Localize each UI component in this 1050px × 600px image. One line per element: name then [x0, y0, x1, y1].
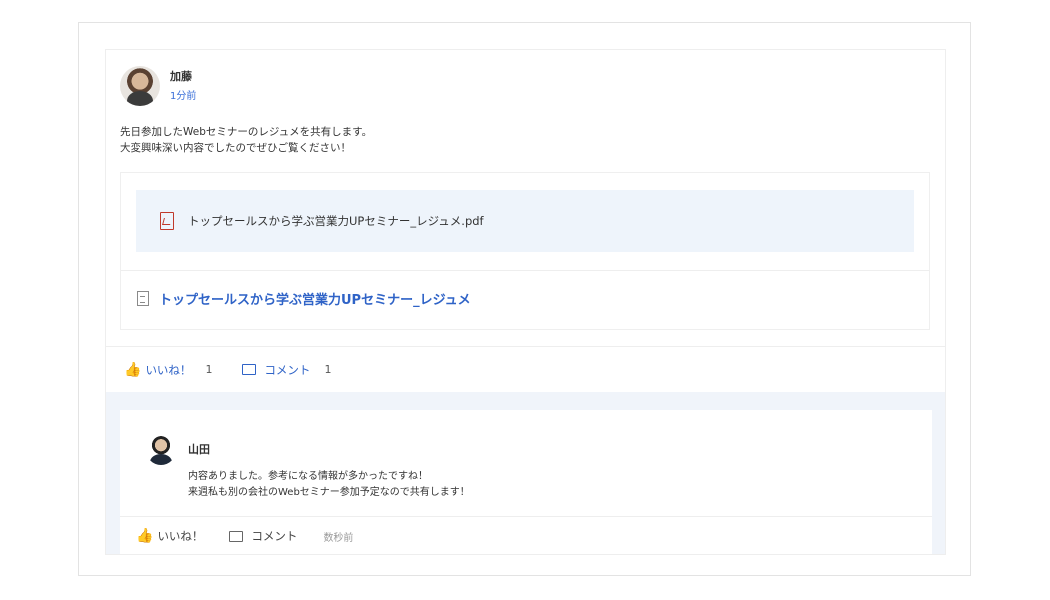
comment-card: 山田 内容ありました。参考になる情報が多かったですね！ 来週私も別の会社のWeb… — [120, 410, 932, 554]
comment-label: コメント — [264, 362, 311, 377]
comment-button[interactable]: コメント 1 — [242, 362, 331, 378]
comment-body-line: 内容ありました。参考になる情報が多かったですね！ — [188, 471, 428, 482]
feed-frame: 加藤 1分前 先日参加したWebセミナーのレジュメを共有します。 大変興味深い内… — [78, 22, 971, 576]
comment-body-line: 来週私も別の会社のWebセミナー参加予定なので共有します！ — [188, 487, 470, 498]
like-label: いいね！ — [157, 529, 204, 543]
comment-actions: 👍 いいね！ コメント 数秒前 — [136, 528, 353, 544]
post-timestamp[interactable]: 1分前 — [170, 87, 196, 102]
divider — [120, 516, 932, 517]
comment-section: 山田 内容ありました。参考になる情報が多かったですね！ 来週私も別の会社のWeb… — [106, 392, 945, 554]
like-count[interactable]: 1 — [205, 363, 212, 376]
post-actions: 👍 いいね！ 1 コメント 1 — [106, 346, 945, 392]
linked-document[interactable]: トップセールスから学ぶ営業力UPセミナー_レジュメ — [137, 289, 471, 308]
thumbs-up-icon: 👍 — [124, 361, 142, 378]
pdf-attachment[interactable]: トップセールスから学ぶ営業力UPセミナー_レジュメ.pdf — [136, 190, 914, 252]
post-card: 加藤 1分前 先日参加したWebセミナーのレジュメを共有します。 大変興味深い内… — [105, 49, 946, 555]
like-button[interactable]: 👍 いいね！ 1 — [124, 362, 212, 378]
comment-body: 内容ありました。参考になる情報が多かったですね！ 来週私も別の会社のWebセミナ… — [188, 469, 470, 501]
divider — [121, 270, 929, 271]
comment-label: コメント — [251, 529, 298, 543]
comment-timestamp: 数秒前 — [323, 532, 354, 544]
pdf-file-icon — [160, 212, 174, 230]
comment-reply-button[interactable]: コメント — [229, 528, 297, 544]
author-name[interactable]: 加藤 — [170, 68, 192, 84]
comment-like-button[interactable]: 👍 いいね！ — [136, 528, 203, 544]
thumbs-up-icon: 👍 — [136, 528, 154, 544]
document-link[interactable]: トップセールスから学ぶ営業力UPセミナー_レジュメ — [159, 289, 471, 308]
comment-count: 1 — [324, 363, 332, 376]
post-body: 先日参加したWebセミナーのレジュメを共有します。 大変興味深い内容でしたのでぜ… — [120, 124, 372, 156]
post-body-line: 大変興味深い内容でしたのでぜひご覧ください！ — [120, 142, 351, 154]
avatar[interactable] — [146, 435, 176, 465]
comment-icon — [229, 530, 244, 542]
post-body-line: 先日参加したWebセミナーのレジュメを共有します。 — [120, 126, 373, 138]
avatar[interactable] — [120, 66, 160, 106]
attachments-box: トップセールスから学ぶ営業力UPセミナー_レジュメ.pdf トップセールスから学… — [120, 172, 930, 330]
comment-author-name[interactable]: 山田 — [188, 441, 210, 457]
like-label: いいね！ — [145, 362, 192, 377]
attachment-filename: トップセールスから学ぶ営業力UPセミナー_レジュメ.pdf — [188, 214, 484, 228]
document-icon — [137, 291, 149, 306]
comment-icon — [242, 364, 257, 375]
